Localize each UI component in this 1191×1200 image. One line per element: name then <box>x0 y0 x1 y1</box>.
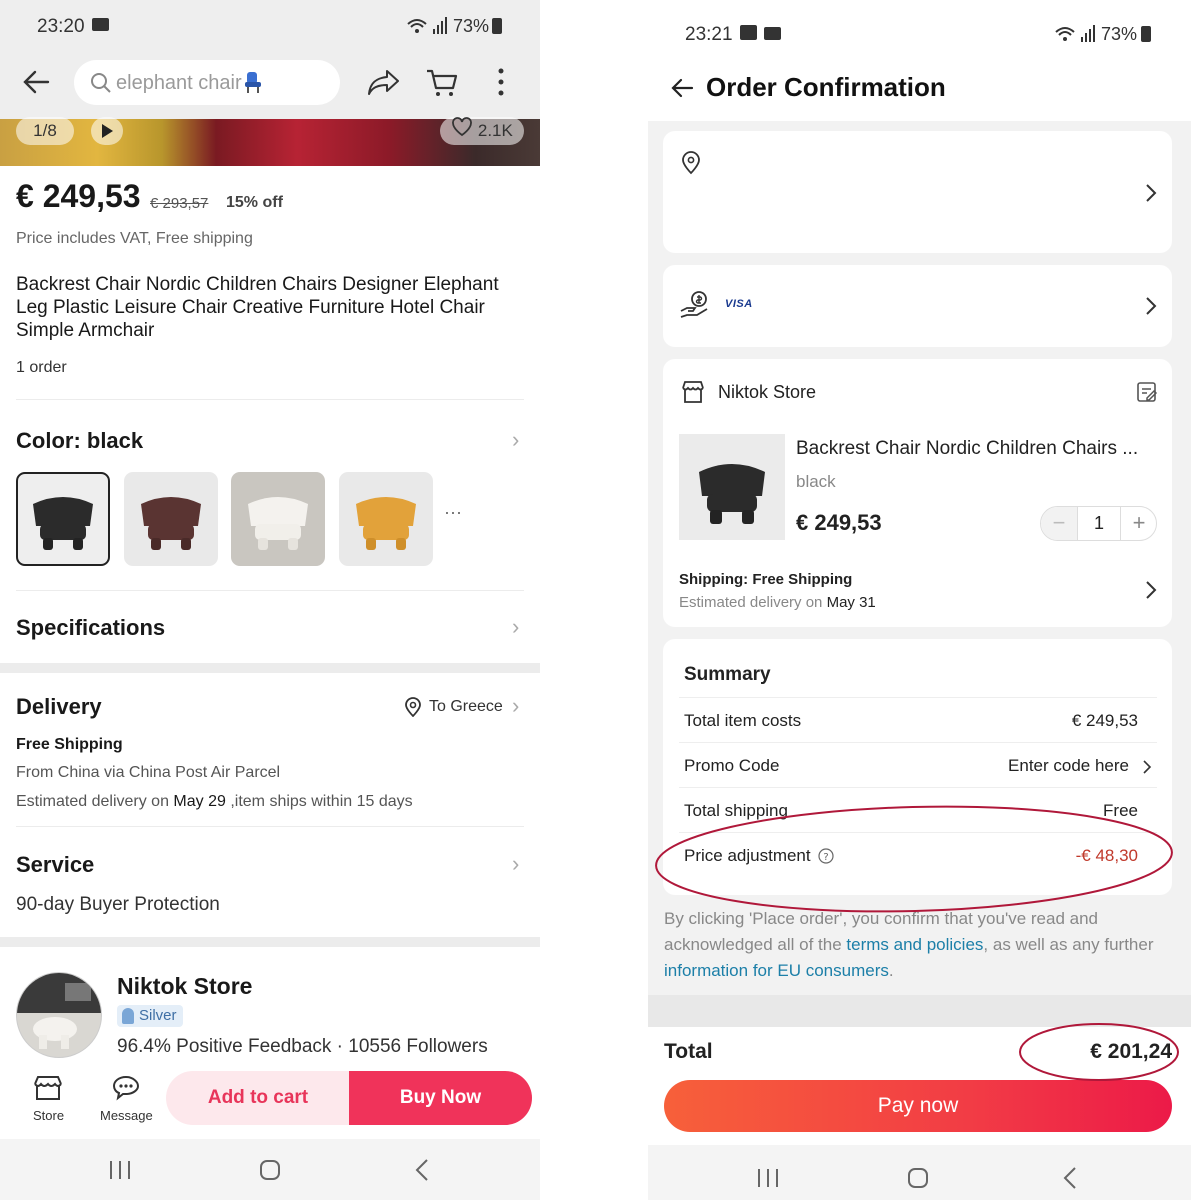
vat-note: Price includes VAT, Free shipping <box>16 230 253 247</box>
color-swatch-black[interactable] <box>16 472 110 566</box>
section-gap <box>0 663 540 673</box>
specifications-label[interactable]: Specifications <box>16 615 165 641</box>
delivery-label: Delivery <box>16 694 102 719</box>
back-nav-icon[interactable] <box>414 1158 430 1187</box>
est-prefix: Estimated delivery on <box>16 793 174 810</box>
mail-icon <box>92 18 109 31</box>
estimated-delivery: Estimated delivery on May 29 ,item ships… <box>16 793 413 811</box>
chair-thumb <box>33 497 93 526</box>
store-button-label[interactable]: Store <box>33 1108 64 1123</box>
play-video-button[interactable] <box>91 117 123 145</box>
more-options-icon[interactable] <box>497 68 505 101</box>
color-swatch-yellow[interactable] <box>339 472 433 566</box>
delivery-destination[interactable]: To Greece <box>429 698 503 716</box>
divider <box>16 399 524 400</box>
store-icon[interactable] <box>32 1074 64 1107</box>
price: € 249,53 <box>16 178 141 214</box>
like-count: 2.1K <box>477 121 513 140</box>
divider <box>16 590 524 591</box>
chevron-right-icon[interactable]: › <box>512 693 519 719</box>
annotation-overlay <box>655 805 1179 1081</box>
ship-from: From China via China Post Air Parcel <box>16 764 281 781</box>
recent-apps-icon[interactable] <box>108 1160 132 1185</box>
battery-text: 73% <box>453 16 490 36</box>
original-price: € 293,57 <box>150 195 209 212</box>
product-screen: 23:20 73% elephant chair 1/8 2.1K € 249,… <box>0 0 540 1200</box>
more-colors[interactable]: ··· <box>444 502 462 523</box>
color-swatch-white[interactable] <box>231 472 325 566</box>
product-title: Backrest Chair Nordic Children Chairs De… <box>16 274 499 341</box>
est-date: May 29 <box>173 793 226 810</box>
chair-emoji-icon <box>243 70 265 99</box>
status-time: 23:20 <box>37 16 85 37</box>
store-badge: Silver <box>117 1005 183 1027</box>
search-icon <box>90 72 112 99</box>
total-highlight <box>1019 1023 1179 1081</box>
store-stats: 96.4% Positive Feedback · 10556 Follower… <box>117 1036 488 1057</box>
store-avatar[interactable] <box>16 972 102 1058</box>
color-label: Color: black <box>16 428 144 453</box>
section-gap <box>0 937 540 947</box>
battery-icon <box>492 18 502 34</box>
divider <box>16 826 524 827</box>
cart-icon[interactable] <box>425 68 459 103</box>
location-pin-icon <box>404 697 422 722</box>
free-shipping: Free Shipping <box>16 736 123 753</box>
back-arrow-icon[interactable] <box>22 68 50 101</box>
share-icon[interactable] <box>367 68 401 101</box>
message-button-label[interactable]: Message <box>100 1108 153 1123</box>
wifi-signal-icon <box>406 16 448 40</box>
store-name[interactable]: Niktok Store <box>117 973 252 1000</box>
home-icon[interactable] <box>259 1159 281 1186</box>
message-icon[interactable] <box>111 1074 141 1107</box>
chevron-right-icon[interactable]: › <box>512 614 519 640</box>
chevron-right-icon[interactable]: › <box>512 427 519 453</box>
est-suffix: ,item ships within 15 days <box>225 793 413 810</box>
service-label: Service <box>16 852 95 877</box>
chevron-right-icon[interactable]: › <box>512 851 519 877</box>
service-value: 90-day Buyer Protection <box>16 894 220 915</box>
store-badge-label: Silver <box>139 1007 177 1024</box>
medal-icon <box>122 1008 134 1024</box>
order-count: 1 order <box>16 359 67 376</box>
heart-icon <box>451 117 473 146</box>
color-swatch-brown[interactable] <box>124 472 218 566</box>
gallery-counter: 1/8 <box>16 117 74 145</box>
add-to-cart-button[interactable]: Add to cart <box>166 1071 350 1125</box>
price-adjustment-highlight <box>655 805 1173 913</box>
order-confirmation-screen: 23:21 73% Order Confirmation VISA Niktok… <box>648 0 1191 1200</box>
discount-badge: 15% off <box>226 194 283 211</box>
search-query: elephant chair <box>116 72 242 94</box>
buy-now-button[interactable]: Buy Now <box>349 1071 532 1125</box>
like-button[interactable]: 2.1K <box>440 117 524 145</box>
